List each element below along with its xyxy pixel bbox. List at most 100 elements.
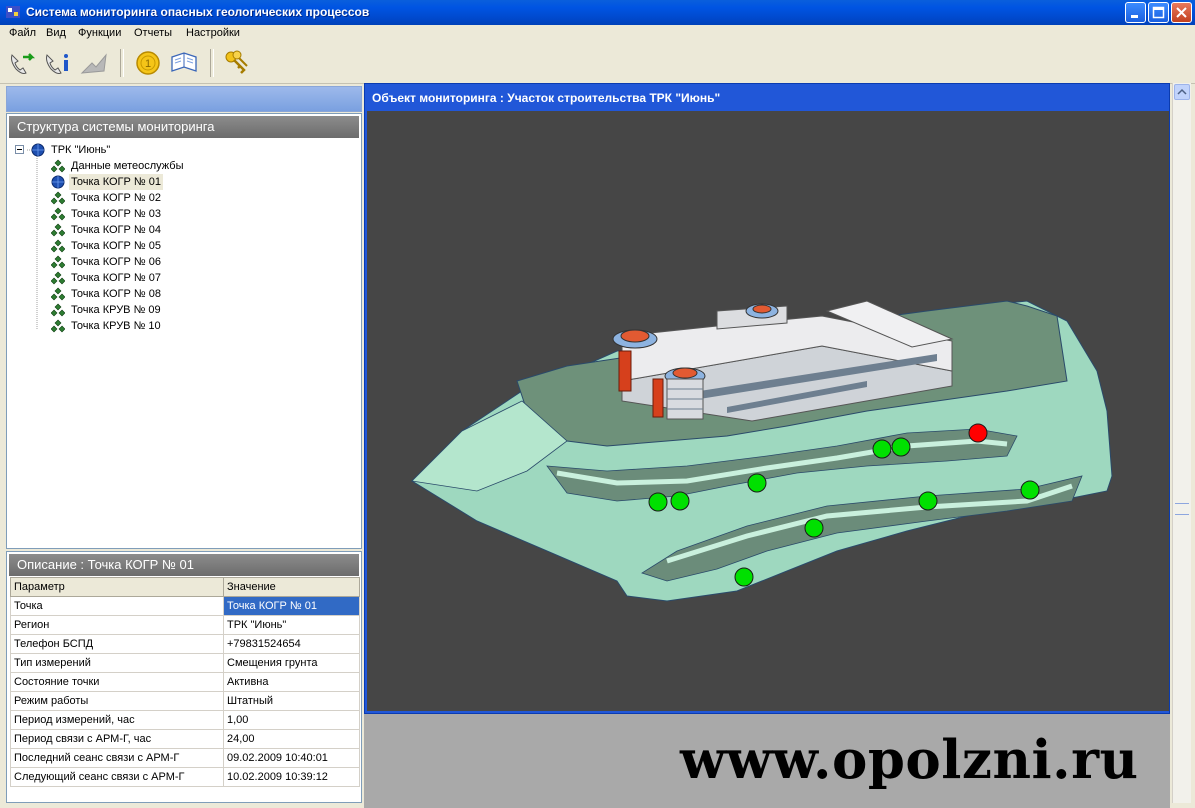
tree-item[interactable]: Точка КОГР № 06 <box>51 254 301 270</box>
property-name: Тип измерений <box>10 653 224 673</box>
tree-item[interactable]: Точка КОГР № 05 <box>51 238 301 254</box>
sensor-marker[interactable] <box>891 437 911 457</box>
tree-item[interactable]: Данные метеослужбы <box>51 158 301 174</box>
tree-root-label: ТРК "Июнь" <box>51 144 111 156</box>
alarm-marker[interactable] <box>968 423 988 443</box>
tree-item-label: Точка КОГР № 02 <box>71 192 161 204</box>
property-row[interactable]: Режим работы Штатный <box>10 691 360 711</box>
property-row[interactable]: Период измерений, час 1,00 <box>10 710 360 730</box>
sensor-marker[interactable] <box>747 473 767 493</box>
disconnect-button[interactable] <box>78 47 110 79</box>
tree-item[interactable]: Точка КРУВ № 10 <box>51 318 301 334</box>
structure-panel-title: Структура системы мониторинга <box>9 116 359 138</box>
report-button[interactable] <box>168 47 200 79</box>
menu-file[interactable]: Файл <box>9 27 36 39</box>
tree-item[interactable]: Точка КОГР № 02 <box>51 190 301 206</box>
viewer-title: Объект мониторинга : Участок строительст… <box>372 91 721 105</box>
scroll-grip[interactable] <box>1175 503 1189 515</box>
sensor-marker[interactable] <box>1020 480 1040 500</box>
property-value[interactable]: 10.02.2009 10:39:12 <box>223 767 360 787</box>
tree-root[interactable]: ТРК "Июнь" <box>15 142 215 158</box>
sensor-marker[interactable] <box>872 439 892 459</box>
sensor-cluster-icon <box>51 191 65 205</box>
collapse-icon[interactable] <box>15 145 24 154</box>
property-value[interactable]: Точка КОГР № 01 <box>223 596 360 616</box>
property-value[interactable]: +79831524654 <box>223 634 360 654</box>
tree-item-label: Точка КОГР № 01 <box>69 174 163 190</box>
tree-item[interactable]: Точка КОГР № 03 <box>51 206 301 222</box>
menu-functions[interactable]: Функции <box>78 27 121 39</box>
app-icon <box>6 6 20 18</box>
property-row[interactable]: Точка Точка КОГР № 01 <box>10 596 360 616</box>
property-value[interactable]: Штатный <box>223 691 360 711</box>
property-value[interactable]: 24,00 <box>223 729 360 749</box>
minimize-icon <box>1131 15 1138 18</box>
connect-button[interactable] <box>6 47 38 79</box>
menu-reports[interactable]: Отчеты <box>134 27 172 39</box>
property-row[interactable]: Телефон БСПД +79831524654 <box>10 634 360 654</box>
maximize-button[interactable] <box>1148 2 1169 23</box>
window-title: Система мониторинга опасных геологически… <box>26 5 370 19</box>
description-panel: Описание : Точка КОГР № 01 Параметр Знач… <box>6 551 362 803</box>
tree-item[interactable]: Точка КОГР № 07 <box>51 270 301 286</box>
sensor-cluster-icon <box>51 239 65 253</box>
property-name: Состояние точки <box>10 672 224 692</box>
tree-item-label: Точка КОГР № 08 <box>71 288 161 300</box>
svg-text:1: 1 <box>145 58 151 70</box>
property-name: Телефон БСПД <box>10 634 224 654</box>
tree-item[interactable]: Точка КОГР № 08 <box>51 286 301 302</box>
property-name: Период связи с АРМ-Г, час <box>10 729 224 749</box>
menu-view[interactable]: Вид <box>46 27 66 39</box>
property-name: Последний сеанс связи с АРМ-Г <box>10 748 224 768</box>
property-row[interactable]: Состояние точки Активна <box>10 672 360 692</box>
tree-item[interactable]: Точка КОГР № 01 <box>51 174 301 190</box>
sensor-marker[interactable] <box>670 491 690 511</box>
property-value[interactable]: 1,00 <box>223 710 360 730</box>
sensor-marker[interactable] <box>648 492 668 512</box>
coin-button[interactable]: 1 <box>132 47 164 79</box>
property-row[interactable]: Регион ТРК "Июнь" <box>10 615 360 635</box>
watermark-text: www.opolzni.ru <box>680 729 1139 791</box>
disconnect-icon <box>80 53 107 74</box>
tree-item-label: Точка КОГР № 03 <box>71 208 161 220</box>
tree-item-label: Точка КРУВ № 10 <box>71 320 161 332</box>
3d-viewport[interactable] <box>367 111 1169 711</box>
structure-panel: Структура системы мониторинга ТРК "Июнь"… <box>6 113 362 549</box>
keys-icon <box>225 50 248 74</box>
property-name: Период измерений, час <box>10 710 224 730</box>
connect-phone-icon <box>11 53 36 74</box>
description-panel-title: Описание : Точка КОГР № 01 <box>9 554 359 576</box>
close-button[interactable] <box>1171 2 1192 23</box>
menu-settings[interactable]: Настройки <box>186 27 240 39</box>
sensor-cluster-icon <box>51 287 65 301</box>
property-value[interactable]: ТРК "Июнь" <box>223 615 360 635</box>
property-row[interactable]: Период связи с АРМ-Г, час 24,00 <box>10 729 360 749</box>
property-value[interactable]: Смещения грунта <box>223 653 360 673</box>
properties-grid: Параметр Значение Точка Точка КОГР № 01 Ре… <box>10 577 360 787</box>
tree-item[interactable]: Точка КРУВ № 09 <box>51 302 301 318</box>
keys-button[interactable] <box>221 47 253 79</box>
sensor-cluster-icon <box>51 159 65 173</box>
property-row[interactable]: Последний сеанс связи с АРМ-Г 09.02.2009 … <box>10 748 360 768</box>
property-value[interactable]: 09.02.2009 10:40:01 <box>223 748 360 768</box>
title-bar[interactable]: Система мониторинга опасных геологически… <box>0 0 1195 25</box>
sensor-marker[interactable] <box>734 567 754 587</box>
column-header-value[interactable]: Значение <box>223 577 360 597</box>
tree-item-label: Точка КРУВ № 09 <box>71 304 161 316</box>
tree-item-label: Точка КОГР № 07 <box>71 272 161 284</box>
phone-info-button[interactable] <box>42 47 74 79</box>
sensor-marker[interactable] <box>918 491 938 511</box>
property-value[interactable]: Активна <box>223 672 360 692</box>
property-row[interactable]: Следующий сеанс связи с АРМ-Г 10.02.2009 … <box>10 767 360 787</box>
tree-item[interactable]: Точка КОГР № 04 <box>51 222 301 238</box>
minimize-button[interactable] <box>1125 2 1146 23</box>
property-row[interactable]: Тип измерений Смещения грунта <box>10 653 360 673</box>
coin-icon: 1 <box>136 51 160 75</box>
column-header-parameter[interactable]: Параметр <box>10 577 224 597</box>
scroll-up-button[interactable] <box>1174 84 1190 100</box>
globe-icon <box>51 175 65 189</box>
vertical-scrollbar[interactable] <box>1172 83 1191 803</box>
sensor-marker[interactable] <box>804 518 824 538</box>
tree-item-label: Точка КОГР № 05 <box>71 240 161 252</box>
sensor-cluster-icon <box>51 255 65 269</box>
